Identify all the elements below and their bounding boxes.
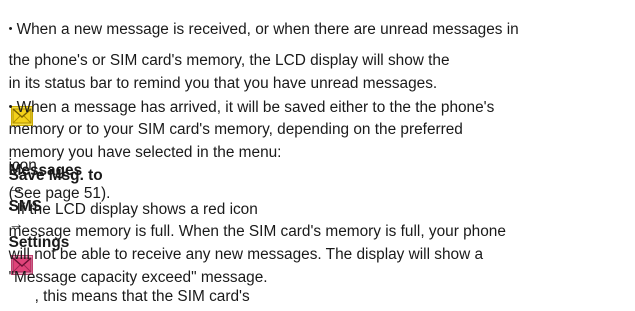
paragraph-3-line-4: "Message capacity exceed" message.	[0, 251, 635, 287]
text: "Message capacity exceed" message.	[8, 269, 268, 286]
text: , this means that the SIM card's	[34, 288, 250, 305]
